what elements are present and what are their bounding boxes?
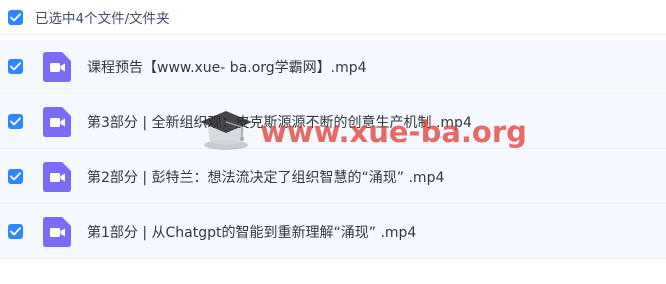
file-row[interactable]: 第2部分 | 彭特兰：想法流决定了组织智慧的“涌现” .mp4 xyxy=(0,149,666,204)
check-icon xyxy=(10,62,21,71)
selection-header: 已选中4个文件/文件夹 xyxy=(0,0,666,35)
video-file-icon xyxy=(43,51,71,82)
select-all-checkbox[interactable] xyxy=(8,9,23,25)
video-file-icon xyxy=(43,106,71,137)
file-checkbox[interactable] xyxy=(8,59,23,74)
file-name[interactable]: 第2部分 | 彭特兰：想法流决定了组织智慧的“涌现” .mp4 xyxy=(87,167,444,187)
file-list: 课程预告【www.xue- ba.org学霸网】.mp4 第3部分 | 全新组织… xyxy=(0,39,666,259)
file-checkbox[interactable] xyxy=(8,114,23,129)
file-row[interactable]: 第3部分 | 全新组织观：皮克斯源源不断的创意生产机制 .mp4 xyxy=(0,94,666,149)
file-row[interactable]: 课程预告【www.xue- ba.org学霸网】.mp4 xyxy=(0,39,666,94)
video-file-icon xyxy=(43,216,71,247)
file-name[interactable]: 第3部分 | 全新组织观：皮克斯源源不断的创意生产机制 .mp4 xyxy=(87,112,472,132)
check-icon xyxy=(10,227,21,236)
check-icon xyxy=(10,172,21,181)
file-name[interactable]: 第1部分 | 从Chatgpt的智能到重新理解“涌现” .mp4 xyxy=(87,222,416,242)
check-icon xyxy=(10,117,21,126)
file-name[interactable]: 课程预告【www.xue- ba.org学霸网】.mp4 xyxy=(87,57,367,77)
file-row[interactable]: 第1部分 | 从Chatgpt的智能到重新理解“涌现” .mp4 xyxy=(0,204,666,259)
selection-count-label: 已选中4个文件/文件夹 xyxy=(35,11,170,27)
check-icon xyxy=(10,12,21,21)
file-checkbox[interactable] xyxy=(8,169,23,184)
video-file-icon xyxy=(43,161,71,192)
file-checkbox[interactable] xyxy=(8,224,23,239)
